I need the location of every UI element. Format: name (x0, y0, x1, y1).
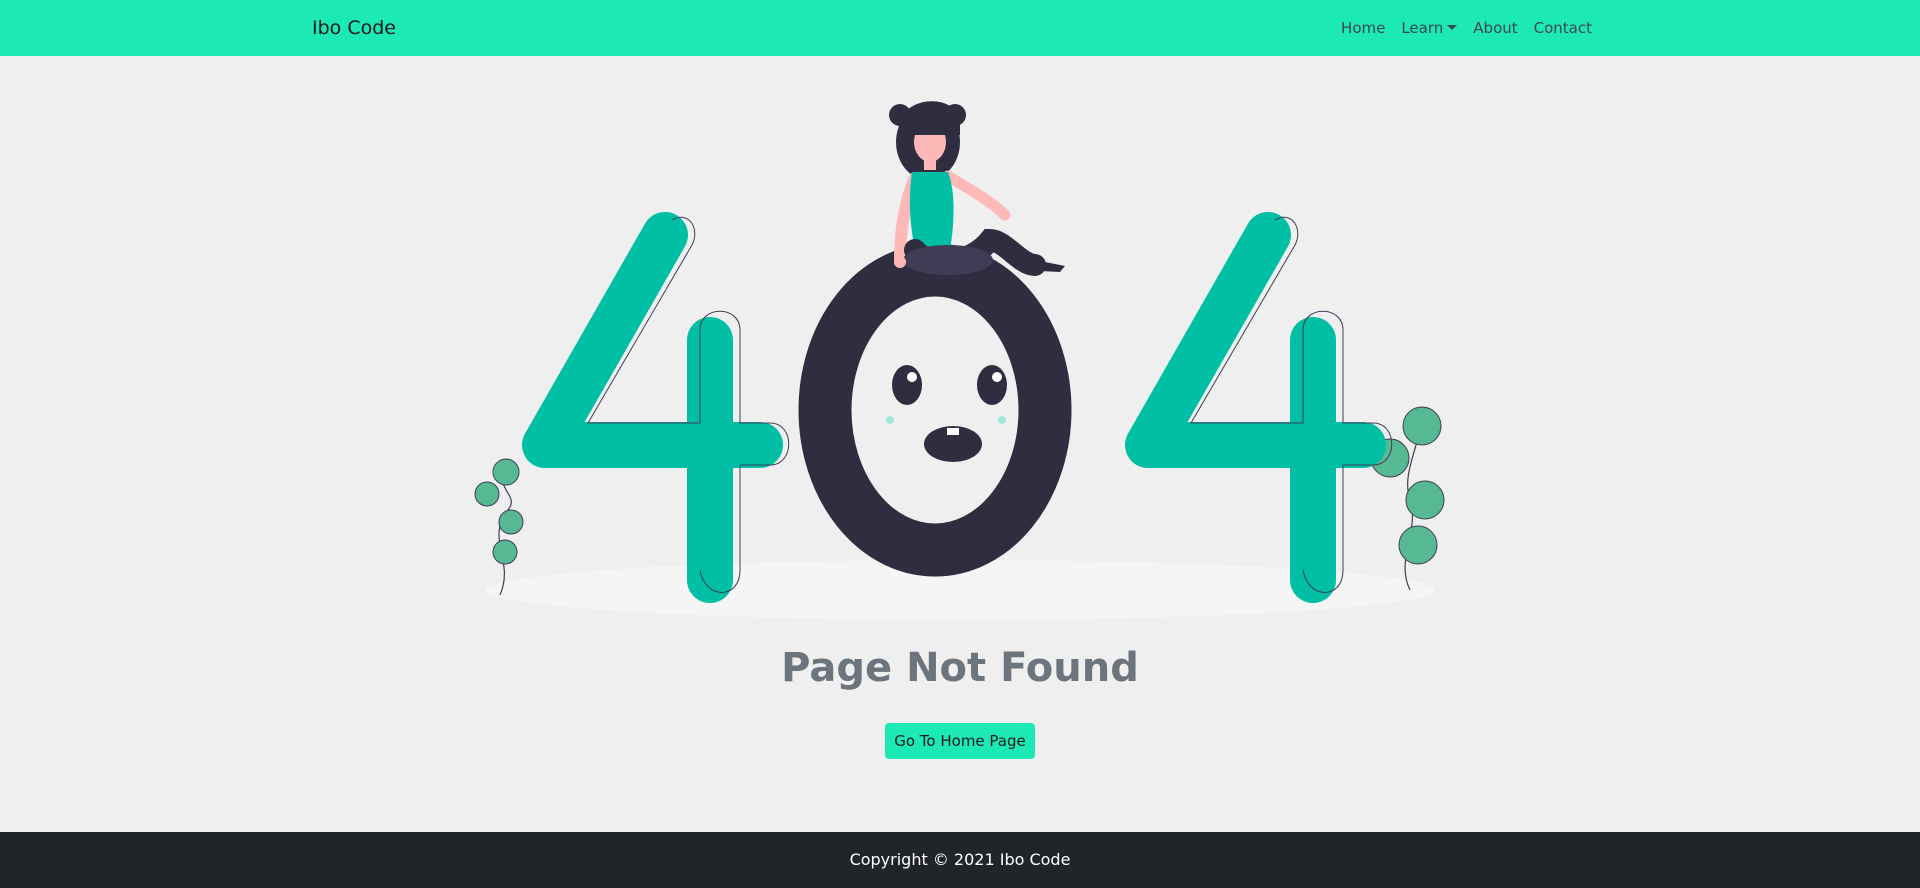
nav-link-about[interactable]: About (1465, 18, 1525, 38)
page-title: Page Not Found (781, 645, 1139, 691)
digit-four-right (1125, 212, 1393, 603)
nav-link-home[interactable]: Home (1333, 18, 1393, 38)
nav-dropdown-learn[interactable]: Learn (1393, 18, 1465, 38)
navbar: Ibo Code Home Learn About Contact (0, 0, 1920, 56)
brand-link[interactable]: Ibo Code (312, 16, 396, 40)
right-eye (977, 365, 1007, 405)
left-eye (892, 365, 922, 405)
footer: Copyright © 2021 Ibo Code (0, 832, 1920, 888)
left-plant-icon (474, 458, 524, 596)
nav-link-contact[interactable]: Contact (1526, 18, 1600, 38)
404-illustration (474, 101, 1445, 620)
nav-links: Home Learn About Contact (1333, 18, 1600, 38)
copyright-text: Copyright © 2021 Ibo Code (849, 850, 1071, 869)
digit-zero (798, 243, 1072, 577)
digit-four-left (522, 212, 790, 603)
caret-down-icon (1447, 24, 1458, 30)
go-home-button[interactable]: Go To Home Page (885, 723, 1035, 759)
nav-link-learn-label: Learn (1401, 19, 1444, 37)
sitting-woman-illustration (889, 101, 1065, 276)
